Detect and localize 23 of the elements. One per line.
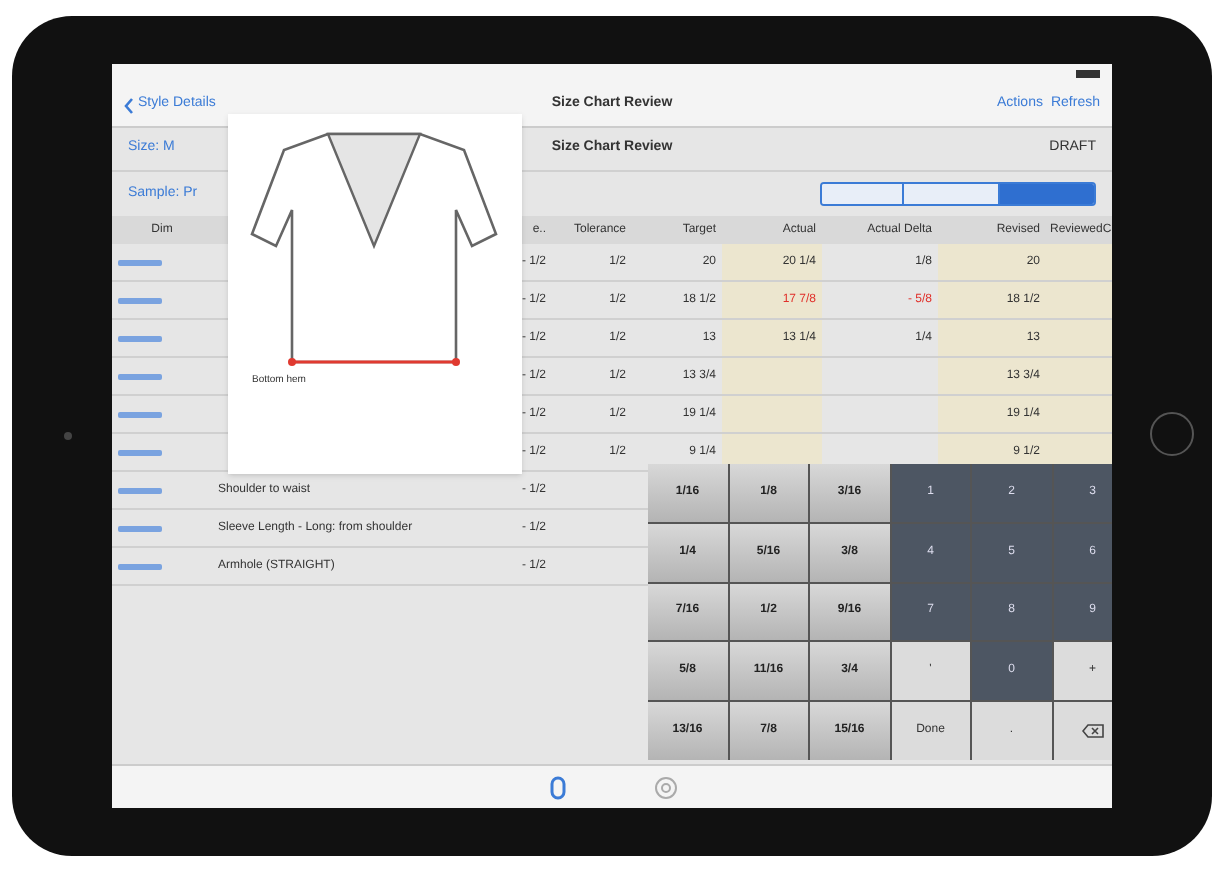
code-link[interactable] bbox=[118, 373, 162, 379]
code-link[interactable] bbox=[118, 525, 162, 531]
key-button[interactable] bbox=[1053, 702, 1112, 760]
table-cell bbox=[722, 358, 822, 394]
code-link[interactable] bbox=[118, 411, 162, 417]
code-link[interactable] bbox=[118, 297, 162, 303]
code-link[interactable] bbox=[118, 259, 162, 265]
code-link[interactable] bbox=[118, 563, 162, 569]
delete-icon bbox=[1081, 724, 1104, 739]
home-button[interactable] bbox=[1150, 412, 1194, 456]
segment-button[interactable] bbox=[902, 184, 998, 204]
table-cell bbox=[1046, 358, 1112, 394]
tab-button[interactable] bbox=[652, 773, 680, 801]
chevron-left-icon bbox=[124, 97, 134, 113]
table-cell bbox=[1046, 320, 1112, 356]
table-cell bbox=[1046, 396, 1112, 432]
battery-icon bbox=[1076, 70, 1100, 78]
code-link[interactable] bbox=[118, 487, 162, 493]
table-cell bbox=[1046, 282, 1112, 318]
table-cell bbox=[1046, 244, 1112, 280]
code-link[interactable] bbox=[118, 335, 162, 341]
code-link[interactable] bbox=[118, 449, 162, 455]
table-cell bbox=[722, 396, 822, 432]
